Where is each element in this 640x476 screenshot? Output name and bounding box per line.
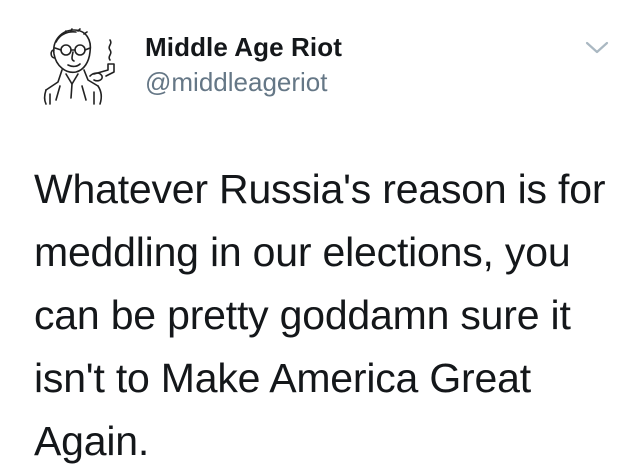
author-display-name[interactable]: Middle Age Riot (145, 31, 342, 63)
author-avatar[interactable] (36, 20, 122, 106)
tweet-card: Middle Age Riot @middleageriot Whatever … (0, 0, 640, 476)
chevron-down-icon (585, 41, 609, 54)
tweet-menu-button[interactable] (584, 38, 610, 58)
author-names: Middle Age Riot @middleageriot (145, 31, 342, 99)
cartoon-man-with-pipe-icon (43, 28, 115, 105)
author-handle[interactable]: @middleageriot (145, 65, 342, 99)
tweet-text: Whatever Russia's reason is for meddling… (34, 166, 606, 464)
